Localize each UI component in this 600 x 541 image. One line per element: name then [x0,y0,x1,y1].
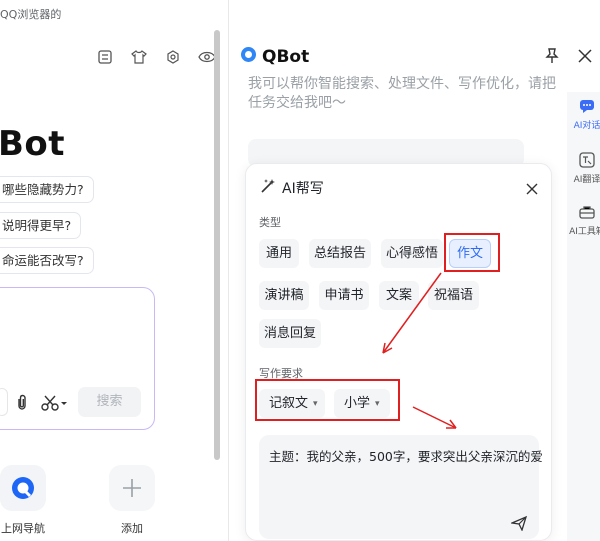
sidebar-item-ai-chat[interactable]: AI对话 [567,98,600,131]
suggested-question[interactable]: 命运能否改写? [0,247,94,274]
type-chip[interactable]: 通用 [259,239,299,268]
close-icon[interactable] [577,48,593,64]
sidebar-label: AI对话 [573,121,600,131]
pin-icon[interactable] [544,47,560,65]
shortcut-label: 添加 [121,522,143,535]
suggested-question[interactable]: 哪些隐藏势力? [0,176,94,203]
annotation-box-requirements [255,379,400,421]
sidebar-item-ai-toolbox[interactable]: AI工具箱 [567,204,600,237]
type-chip[interactable]: 心得感悟 [381,239,443,268]
sidebar-label: AI翻译 [573,175,600,185]
shortcut-label: 上网导航 [1,522,45,535]
qq-browser-logo-icon [0,465,46,511]
type-chip[interactable]: 祝福语 [428,281,479,310]
qbot-logo-icon [240,46,257,67]
screenshot-icon[interactable] [88,46,122,68]
skin-icon[interactable] [122,46,156,68]
input-tool-button[interactable] [0,388,8,416]
intro-text: 我可以帮你智能搜索、处理文件、写作优化，请把任务交给我吧～ [248,76,556,111]
type-chip[interactable]: 总结报告 [309,239,371,268]
qbot-header: QBot [240,46,309,67]
ai-writing-card: AI帮写 类型 通用 总结报告 心得感悟 作文 演讲稿 申请书 文案 祝福语 消… [245,163,552,541]
send-icon[interactable] [509,515,528,532]
browser-pane: QQ浏览器的 Bot 哪些隐藏势力? 说明得更早? 命运能否改写? 搜索 上网导… [0,0,222,541]
type-chip[interactable]: 演讲稿 [259,281,309,310]
card-header: AI帮写 [260,178,324,198]
attachment-icon[interactable] [12,393,32,413]
type-label: 类型 [259,216,281,229]
plus-icon [109,465,155,511]
sidebar-item-ai-translate[interactable]: AI翻译 [567,152,600,185]
type-chip[interactable]: 消息回复 [259,319,321,348]
toolbox-icon [579,204,595,220]
type-chip[interactable]: 申请书 [319,281,369,310]
translate-icon [579,152,595,168]
prompt-text: 主题：我的父亲，500字，要求突出父亲深沉的爱 [269,449,543,464]
pane-divider [228,0,229,541]
scissors-icon[interactable] [40,393,70,413]
suggested-question[interactable]: 说明得更早? [0,212,82,239]
panel-title: QBot [262,46,310,67]
qbot-logo-text: Bot [0,124,66,164]
annotation-box-essay [444,233,500,272]
shortcut-add[interactable]: 添加 [101,465,163,536]
sidebar-label: AI工具箱 [569,227,600,237]
chat-icon [579,98,595,114]
scrollbar[interactable] [214,30,220,460]
window-title: QQ浏览器的 [0,8,62,21]
settings-icon[interactable] [156,46,190,68]
magic-wand-icon [260,178,276,198]
search-button[interactable]: 搜索 [78,387,141,417]
type-chip[interactable]: 文案 [379,281,419,310]
card-title: AI帮写 [282,181,324,197]
toolbar [88,46,224,68]
shortcut-navigation[interactable]: 上网导航 [0,465,54,536]
close-icon[interactable] [525,181,539,195]
qbot-sidebar: AI对话 AI翻译 AI工具箱 [567,92,600,541]
prompt-input[interactable]: 主题：我的父亲，500字，要求突出父亲深沉的爱 [259,435,543,539]
